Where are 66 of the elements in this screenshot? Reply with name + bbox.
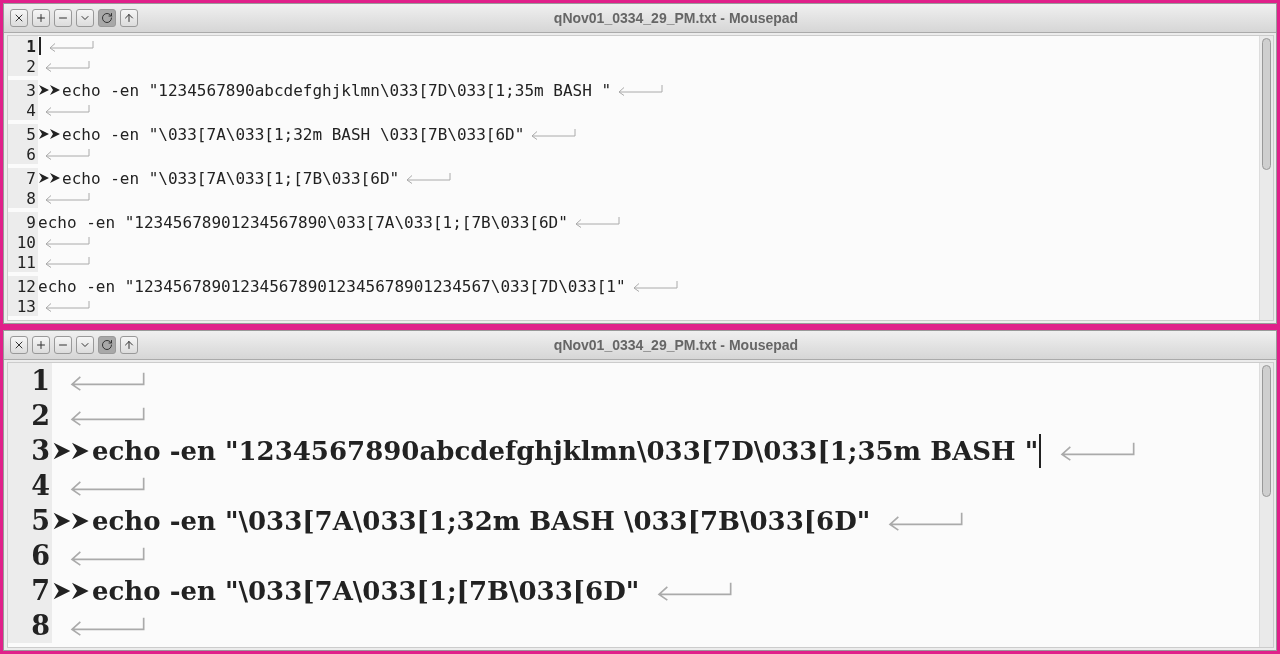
minimize-button[interactable] [54, 336, 72, 354]
line-number: 8 [8, 188, 38, 208]
code-line: echo -en "1234567890abcdefghjklmn\033[7D\033[1;35m BASH " [62, 80, 612, 100]
code-line: echo -en "\033[7A\033[1;[7B\033[6D" [92, 575, 640, 606]
line-break-icon [405, 172, 452, 184]
line-number: 4 [8, 100, 38, 120]
line-break-icon [44, 256, 90, 268]
code-line: echo -en "1234567890abcdefghjklmn\033[7D\033[1;35m BASH " [92, 435, 1039, 466]
minimize-button[interactable] [54, 9, 72, 27]
shade-button[interactable] [120, 336, 138, 354]
line-number: 2 [8, 56, 38, 76]
line-break-icon [44, 104, 90, 116]
shade-button[interactable] [120, 9, 138, 27]
line-number: 6 [8, 538, 52, 573]
line-number: 6 [8, 144, 38, 164]
line-break-icon [48, 40, 94, 52]
line-number: 5 [8, 503, 52, 538]
line-break-icon [617, 84, 664, 96]
line-break-icon [44, 300, 90, 312]
close-button[interactable] [10, 336, 28, 354]
close-button[interactable] [10, 9, 28, 27]
line-number: 3 [8, 433, 52, 468]
line-break-icon [44, 192, 90, 204]
line-break-icon [573, 216, 620, 228]
refresh-button[interactable] [98, 9, 116, 27]
refresh-icon [101, 339, 113, 351]
line-number: 13 [8, 296, 38, 316]
window-title: qNov01_0334_29_PM.txt - Mousepad [552, 10, 800, 26]
line-break-icon [44, 236, 90, 248]
scrollbar[interactable] [1259, 363, 1273, 647]
code-line: echo -en "\033[7A\033[1;32m BASH \033[7B\033[6D" [62, 124, 525, 144]
close-icon [13, 339, 25, 351]
line-number: 10 [8, 232, 38, 252]
line-break-icon [44, 148, 90, 160]
line-number: 8 [8, 608, 52, 643]
code-line: echo -en "1234567890123456789012345678901234567\033[7D\033[1" [38, 276, 626, 296]
window-title: qNov01_0334_29_PM.txt - Mousepad [552, 337, 800, 353]
line-number: 5 [8, 124, 38, 144]
line-break-icon [530, 128, 577, 140]
menu-button[interactable] [76, 9, 94, 27]
close-icon [13, 12, 25, 24]
line-number: 4 [8, 468, 52, 503]
line-number: 12 [8, 276, 38, 296]
line-number: 3 [8, 80, 38, 100]
plus-icon [35, 339, 47, 351]
line-number: 1 [8, 36, 38, 56]
code-line: echo -en "12345678901234567890\033[7A\033[1;[7B\033[6D" [38, 212, 568, 232]
plus-icon [35, 12, 47, 24]
scrollbar[interactable] [1259, 36, 1273, 320]
refresh-icon [101, 12, 113, 24]
line-number: 7 [8, 573, 52, 608]
code-line: echo -en "\033[7A\033[1;32m BASH \033[7B\033[6D" [92, 505, 871, 536]
line-number: 2 [8, 398, 52, 433]
refresh-button[interactable] [98, 336, 116, 354]
line-break-icon [44, 60, 90, 72]
line-break-icon [631, 280, 678, 292]
code-line: echo -en "\033[7A\033[1;[7B\033[6D" [62, 168, 400, 188]
line-number: 11 [8, 252, 38, 272]
menu-button[interactable] [76, 336, 94, 354]
line-number: 7 [8, 168, 38, 188]
scrollbar-thumb[interactable] [1262, 38, 1271, 170]
line-number: 9 [8, 212, 38, 232]
up-arrow-icon [123, 12, 135, 24]
line-number: 1 [8, 363, 52, 398]
up-arrow-icon [123, 339, 135, 351]
scrollbar-thumb[interactable] [1262, 365, 1271, 497]
